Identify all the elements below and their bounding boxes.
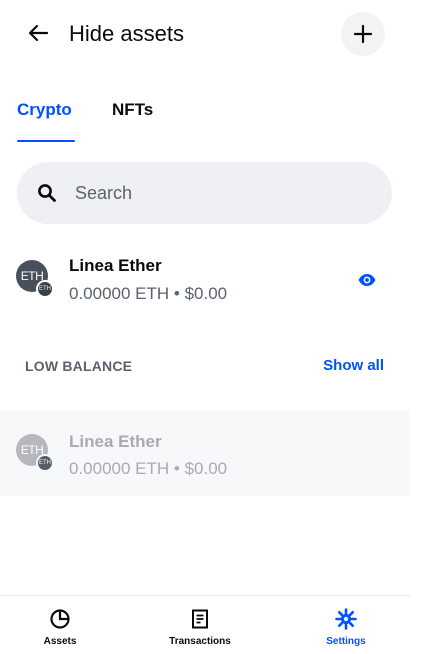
nav-item-settings[interactable]: Settings [286,596,406,654]
add-button[interactable] [341,12,385,56]
nav-label-assets: Assets [43,636,77,647]
section-title: LOW BALANCE [25,358,133,374]
token-icon: ETH ETH [16,260,54,298]
active-tab-indicator [17,140,75,142]
search-icon [38,184,56,202]
back-button[interactable] [24,19,52,47]
show-all-link[interactable]: Show all [323,357,384,374]
low-balance-header: LOW BALANCE Show all [0,350,410,380]
asset-balance: 0.00000 ETH • $0.00 [69,459,228,478]
asset-name: Linea Ether [69,432,162,451]
asset-balance: 0.00000 ETH • $0.00 [69,284,228,303]
eye-icon [358,274,376,286]
tab-crypto[interactable]: Crypto [17,100,72,120]
low-balance-asset-row[interactable]: ETH ETH Linea Ether 0.00000 ETH • $0.00 [0,410,410,496]
network-badge-icon: ETH [36,454,54,472]
token-icon: ETH ETH [16,434,54,472]
document-icon [192,609,208,629]
network-badge-icon: ETH [36,280,54,298]
nav-label-transactions: Transactions [169,636,231,647]
nav-label-settings: Settings [326,636,366,647]
plus-icon [353,24,373,44]
asset-name: Linea Ether [69,256,162,275]
asset-row[interactable]: ETH ETH Linea Ether 0.00000 ETH • $0.00 [0,238,410,324]
arrow-left-icon [28,24,49,42]
page-title: Hide assets [69,21,184,46]
search-input[interactable] [75,162,375,224]
nav-item-transactions[interactable]: Transactions [140,596,260,654]
toggle-visibility-button[interactable] [356,271,378,289]
header: Hide assets [0,0,410,70]
search-bar[interactable] [17,162,392,224]
bottom-nav: Assets Transactions Settings [0,595,410,654]
tab-nfts[interactable]: NFTs [112,100,153,120]
tab-bar: Crypto NFTs [0,96,410,144]
pie-chart-icon [50,609,70,629]
gear-icon [335,608,357,630]
nav-item-assets[interactable]: Assets [0,596,120,654]
